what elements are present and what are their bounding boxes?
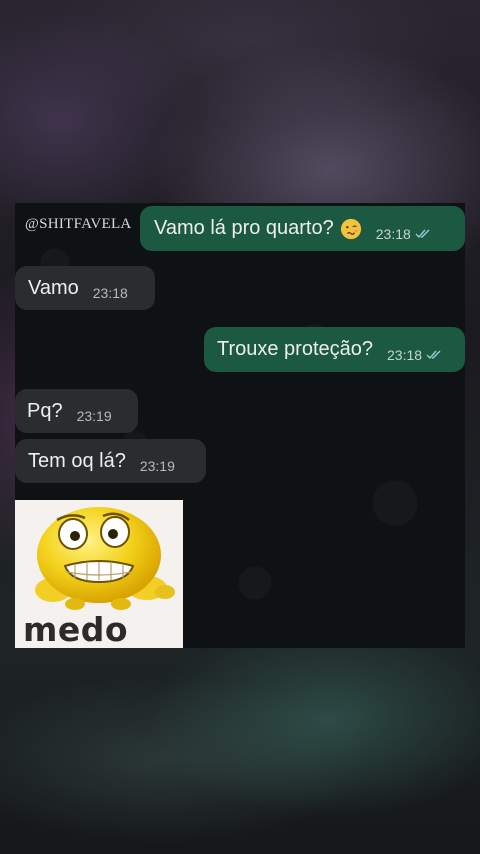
message-time: 23:18	[375, 225, 411, 242]
message-time: 23:18	[387, 346, 423, 363]
message-time: 23:19	[76, 408, 112, 424]
double-check-icon	[426, 350, 441, 359]
message-text: Vamo	[28, 276, 79, 299]
sticker-caption: medo	[23, 610, 129, 648]
message-bubble-outgoing[interactable]: Vamo lá pro quarto? 23:18	[140, 206, 465, 251]
message-text: Trouxe proteção?	[217, 338, 374, 360]
message-text: Pq?	[27, 399, 63, 422]
message-text: Vamo lá pro quarto?	[154, 217, 362, 240]
message-bubble-outgoing[interactable]: Trouxe proteção? 23:18	[204, 327, 465, 372]
message-bubble-incoming[interactable]: Pq? 23:19	[15, 389, 138, 433]
watermark: @SHITFAVELA	[25, 216, 132, 232]
message-bubble-incoming[interactable]: Tem oq lá? 23:19	[15, 439, 206, 483]
message-text: Tem oq lá?	[28, 449, 126, 472]
message-time: 23:19	[139, 458, 175, 474]
message-time: 23:18	[92, 285, 128, 301]
medo-sticker[interactable]: medo	[15, 500, 183, 648]
message-bubble-incoming[interactable]: Vamo 23:18	[15, 266, 155, 310]
woozy-face-icon	[340, 218, 361, 239]
double-check-icon	[415, 229, 430, 238]
